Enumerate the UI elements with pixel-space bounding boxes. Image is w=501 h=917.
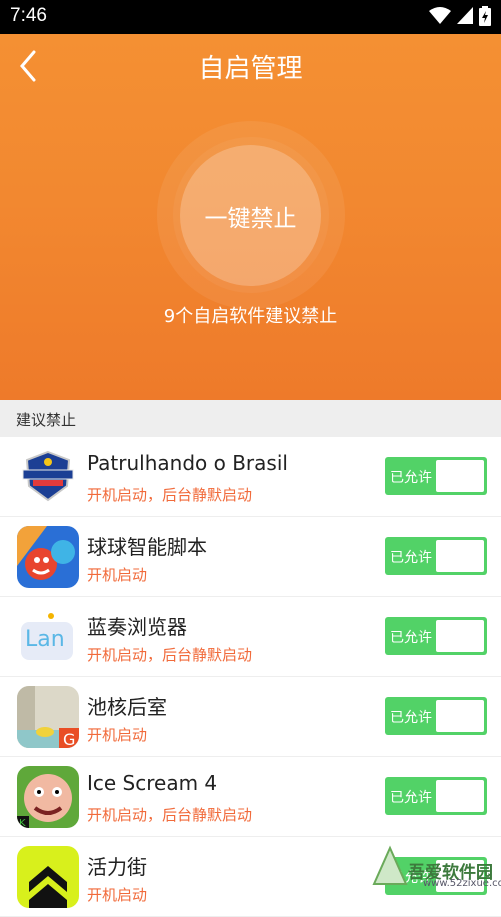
app-status: 开机启动，后台静默启动 (87, 486, 253, 504)
toggle-label: 已允许 (390, 550, 432, 566)
list-item: K Ice Scream 4 开机启动，后台静默启动 已允许 (0, 757, 501, 837)
list-item: G 池核后室 开机启动 已允许 (0, 677, 501, 757)
page-title: 自启管理 (198, 54, 303, 84)
app-status: 开机启动 (87, 726, 148, 744)
toggle-label: 已允许 (390, 470, 432, 486)
status-time: 7:46 (10, 5, 47, 26)
status-icons (429, 6, 491, 26)
app-name: 池核后室 (87, 695, 167, 719)
watermark: 吾爱软件园 www.52zixue.com (368, 838, 501, 892)
chevron-app-icon (17, 846, 79, 908)
watermark-logo-icon (372, 845, 408, 885)
app-name: Patrulhando o Brasil (87, 451, 288, 475)
app-name: Ice Scream 4 (87, 771, 218, 795)
toggle-knob (436, 620, 484, 652)
signal-icon (457, 7, 473, 24)
disable-all-button[interactable]: 一键禁止 (180, 145, 321, 286)
svg-text:Lan: Lan (25, 627, 65, 652)
toggle-knob (436, 540, 484, 572)
app-name: 蓝奏浏览器 (87, 615, 187, 639)
battery-icon (479, 6, 491, 26)
list-item: Lan 蓝奏浏览器 开机启动，后台静默启动 已允许 (0, 597, 501, 677)
app-status: 开机启动，后台静默启动 (87, 806, 253, 824)
watermark-url: www.52zixue.com (423, 878, 501, 889)
toggle-label: 已允许 (390, 790, 432, 806)
list-item: 球球智能脚本 开机启动 已允许 (0, 517, 501, 597)
app-status: 开机启动 (87, 886, 148, 904)
header: 自启管理 一键禁止 9个自启软件建议禁止 (0, 34, 501, 400)
app-name: 活力街 (87, 855, 147, 879)
game-character-icon (17, 526, 79, 588)
allow-toggle[interactable]: 已允许 (385, 617, 487, 655)
svg-text:G: G (63, 730, 75, 748)
svg-text:K: K (19, 818, 26, 828)
app-status: 开机启动 (87, 566, 148, 584)
toggle-knob (436, 460, 484, 492)
toggle-knob (436, 700, 484, 732)
toggle-label: 已允许 (390, 630, 432, 646)
allow-toggle[interactable]: 已允许 (385, 537, 487, 575)
toggle-knob (436, 780, 484, 812)
app-name: 球球智能脚本 (87, 535, 207, 559)
toggle-label: 已允许 (390, 710, 432, 726)
status-bar: 7:46 (0, 0, 501, 34)
allow-toggle[interactable]: 已允许 (385, 777, 487, 815)
wifi-icon (429, 7, 451, 24)
app-status: 开机启动，后台静默启动 (87, 646, 253, 664)
lanzou-browser-icon: Lan (17, 606, 79, 668)
allow-toggle[interactable]: 已允许 (385, 697, 487, 735)
section-header: 建议禁止 (0, 400, 501, 437)
list-item: Patrulhando o Brasil 开机启动，后台静默启动 已允许 (0, 437, 501, 517)
poolrooms-icon: G (17, 686, 79, 748)
summary-text: 9个自启软件建议禁止 (163, 306, 338, 327)
patrulhando-badge-icon (17, 446, 79, 508)
ice-scream-icon: K (17, 766, 79, 828)
allow-toggle[interactable]: 已允许 (385, 457, 487, 495)
